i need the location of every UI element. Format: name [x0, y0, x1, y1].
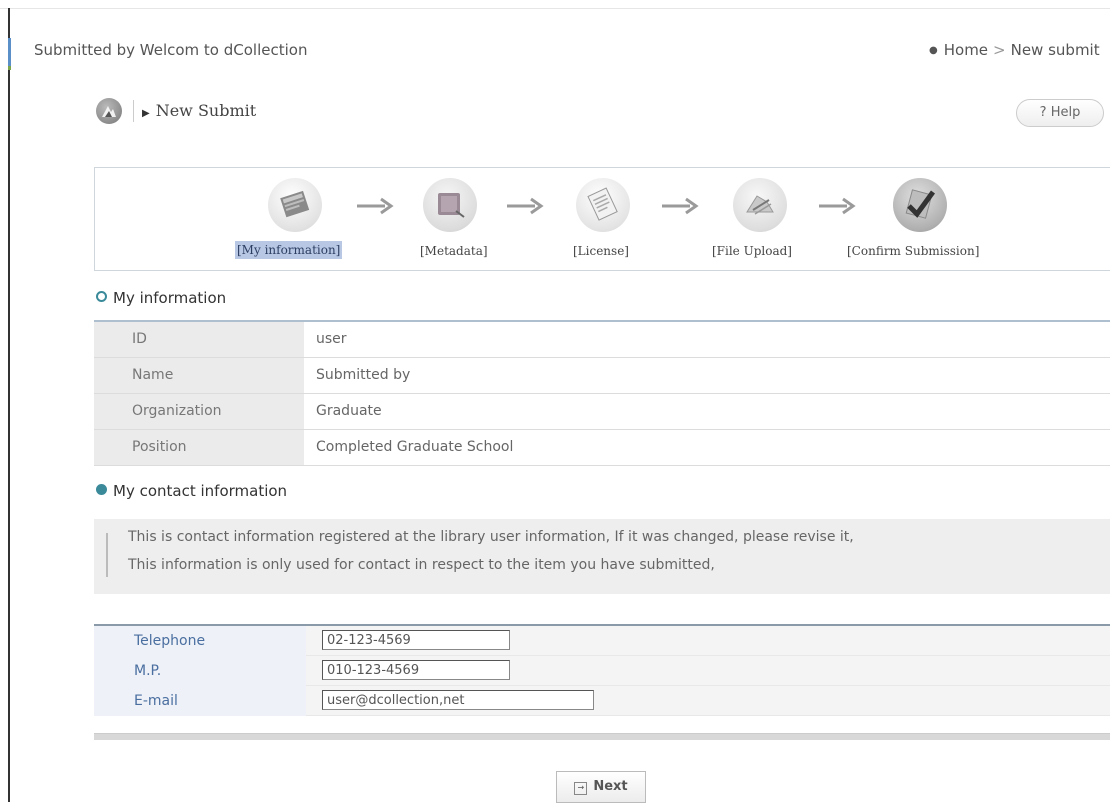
step-label-file-upload[interactable]: [File Upload] [712, 244, 792, 258]
section-title-text: My contact information [113, 482, 288, 500]
row-value: Graduate [316, 403, 382, 419]
breadcrumb-separator-icon: > [993, 41, 1006, 59]
circle-bullet-icon [96, 291, 107, 302]
document-icon [268, 178, 322, 232]
step-label-metadata[interactable]: [Metadata] [420, 244, 488, 258]
table-row: ID user [94, 322, 1110, 358]
mobile-phone-label: M.P. [94, 656, 306, 686]
email-field[interactable] [322, 690, 594, 710]
next-button-label: Next [593, 779, 628, 794]
mobile-phone-field[interactable] [322, 660, 510, 680]
field-cell [306, 656, 1110, 686]
arrow-right-icon [819, 197, 856, 215]
side-accent [8, 38, 11, 66]
confirm-check-icon [893, 178, 947, 232]
row-value: user [316, 331, 347, 347]
row-label: Name [94, 358, 304, 393]
side-accent-green [8, 66, 11, 70]
row-value: Submitted by [316, 367, 411, 383]
window-top-border [0, 0, 1110, 9]
step-label-license[interactable]: [License] [573, 244, 629, 258]
license-icon [576, 178, 630, 232]
metadata-icon [423, 178, 477, 232]
arrow-right-icon [357, 197, 394, 215]
notice-line: This information is only used for contac… [128, 557, 715, 573]
page-header: ▶ New Submit ? Help [96, 96, 1110, 130]
notice-bar [106, 533, 108, 577]
contact-notice: This is contact information registered a… [94, 519, 1110, 594]
top-bar: Submitted by Welcom to dCollection ● Home… [34, 41, 1110, 65]
help-button[interactable]: ? Help [1016, 99, 1104, 127]
section-title-contact: My contact information [96, 482, 287, 500]
step-label-my-information[interactable]: [My information] [235, 241, 343, 259]
form-bottom-rule [94, 733, 1110, 740]
next-button[interactable]: → Next [556, 771, 646, 803]
arrow-right-icon [662, 197, 699, 215]
page-title-text: New Submit [155, 101, 257, 120]
step-confirm-submission[interactable] [890, 178, 950, 238]
breadcrumb-current: New submit [1010, 41, 1100, 59]
breadcrumb: ● Home > New submit [929, 41, 1100, 59]
step-metadata[interactable] [420, 178, 480, 238]
step-file-upload[interactable] [730, 178, 790, 238]
step-my-information[interactable] [265, 178, 325, 238]
submission-steps: [My information] [Metadata] [License] [F… [94, 167, 1110, 271]
telephone-field[interactable] [322, 630, 510, 650]
bullet-icon: ● [929, 45, 938, 56]
form-row: E-mail [94, 686, 1110, 716]
left-divider [8, 8, 10, 802]
email-label: E-mail [94, 686, 306, 716]
row-value: Completed Graduate School [316, 439, 514, 455]
row-label: Organization [94, 394, 304, 429]
circle-bullet-icon [96, 484, 107, 495]
telephone-label: Telephone [94, 626, 306, 656]
my-information-table: ID user Name Submitted by Organization G… [94, 320, 1110, 466]
logo-icon [96, 98, 122, 124]
next-arrow-icon: → [574, 782, 588, 795]
notice-line: This is contact information registered a… [128, 529, 854, 545]
form-row: M.P. [94, 656, 1110, 686]
step-license[interactable] [573, 178, 633, 238]
step-label-confirm-submission[interactable]: [Confirm Submission] [847, 244, 979, 258]
breadcrumb-home[interactable]: Home [944, 41, 988, 59]
form-row: Telephone [94, 626, 1110, 656]
page-title: ▶ New Submit [142, 101, 256, 120]
header-divider [133, 100, 134, 122]
table-row: Position Completed Graduate School [94, 430, 1110, 466]
arrow-right-icon [507, 197, 544, 215]
section-title-text: My information [113, 289, 227, 307]
field-cell [306, 626, 1110, 656]
file-upload-icon [733, 178, 787, 232]
triangle-right-icon: ▶ [142, 108, 150, 119]
contact-form: Telephone M.P. E-mail [94, 624, 1110, 716]
table-row: Name Submitted by [94, 358, 1110, 394]
section-title-my-information: My information [96, 289, 226, 307]
table-row: Organization Graduate [94, 394, 1110, 430]
row-label: Position [94, 430, 304, 465]
welcome-title: Submitted by Welcom to dCollection [34, 41, 308, 59]
field-cell [306, 686, 1110, 716]
row-label: ID [94, 322, 304, 357]
